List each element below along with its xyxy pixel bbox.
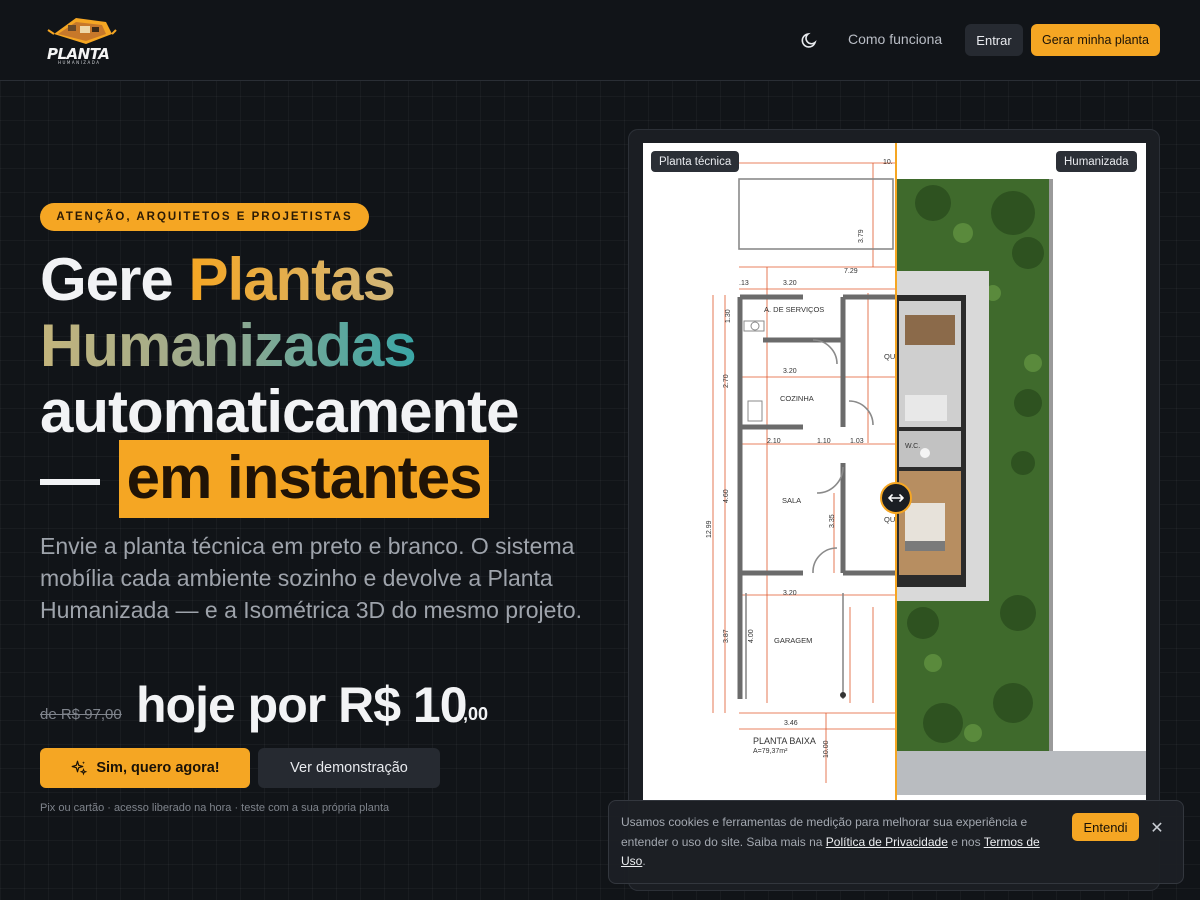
dim-d9: 1.03 [850, 438, 864, 445]
buy-now-label: Sim, quero agora! [96, 760, 220, 776]
dim-d6: 3.20 [783, 368, 797, 375]
label-area: A=79,37m² [753, 748, 788, 755]
buy-now-button[interactable]: Sim, quero agora! [40, 748, 250, 788]
label-cozinha: COZINHA [780, 394, 814, 403]
hero-description: Envie a planta técnica em preto e branco… [40, 533, 583, 623]
headline-word-gere: Gere [40, 246, 189, 313]
dim-d7: 2.10 [767, 438, 781, 445]
cookie-message: Usamos cookies e ferramentas de medição … [621, 813, 1051, 872]
old-price: de R$ 97,00 [40, 706, 122, 723]
humanized-tag: Humanizada [1056, 151, 1137, 172]
new-price: hoje por R$ 10 [136, 677, 468, 733]
humanized-floor-plan: W.C. [896, 143, 1146, 800]
label-garagem: GARAGEM [774, 636, 812, 645]
cookie-text-middle: e nos [947, 834, 984, 849]
dim-d12: 3.35 [829, 514, 836, 528]
arrows-horizontal-icon [888, 494, 904, 502]
site-header: PLANTA HUMANIZADA Como funciona Entrar G… [0, 0, 1200, 81]
new-price-cents: ,00 [463, 704, 489, 724]
technical-plan-tag: Planta técnica [651, 151, 740, 172]
payment-footnote: Pix ou cartão · acesso liberado na hora … [40, 802, 390, 814]
dim-d17: 10.00 [823, 740, 830, 758]
dim-d3: 3.20 [783, 280, 797, 287]
label-wc: W.C. [905, 443, 920, 450]
logo[interactable]: PLANTA HUMANIZADA [46, 12, 118, 65]
dim-d5: 2.70 [723, 374, 730, 388]
headline-line-4: — em instantes [40, 440, 490, 518]
moon-icon [801, 32, 817, 48]
slider-handle[interactable] [880, 482, 912, 514]
dim-d10: 4.60 [723, 489, 730, 503]
dim-d18: 10. [883, 159, 893, 166]
dim-d8: 1.10 [817, 438, 831, 445]
headline-word-plantas: Plantas [188, 246, 395, 313]
nav-how-it-works[interactable]: Como funciona [848, 31, 942, 47]
before-after-slider[interactable]: A. DE SERVIÇOS COZINHA SALA GARAGEM QUAR… [643, 143, 1146, 800]
headline-highlight: em instantes [118, 440, 490, 518]
headline-dash: — [40, 444, 115, 511]
headline-line-3: automaticamente [40, 378, 519, 445]
label-planta-baixa: PLANTA BAIXA [753, 736, 816, 746]
dim-d1: 3.79 [858, 229, 865, 243]
audience-badge: ATENÇÃO, ARQUITETOS E PROJETISTAS [40, 203, 369, 231]
dim-d13: 3.20 [783, 590, 797, 597]
headline-line-2: Humanizadas [40, 312, 417, 379]
technical-floor-plan: A. DE SERVIÇOS COZINHA SALA GARAGEM QUAR… [643, 143, 926, 800]
dim-d14: 3.87 [723, 629, 730, 643]
dim-d15: 4.00 [748, 629, 755, 643]
cookie-text-after: . [642, 854, 646, 868]
privacy-policy-link[interactable]: Política de Privacidade [826, 835, 948, 849]
floor-plan-comparison: A. DE SERVIÇOS COZINHA SALA GARAGEM QUAR… [643, 143, 1146, 800]
close-icon[interactable]: ✕ [1148, 818, 1166, 837]
headline-line-1: Gere Plantas [40, 250, 396, 310]
generate-plan-button[interactable]: Gerar minha planta [1031, 24, 1160, 56]
theme-toggle-button[interactable] [798, 28, 822, 52]
view-demo-button[interactable]: Ver demonstração [258, 748, 440, 788]
logo-subtitle: HUMANIZADA [58, 60, 101, 65]
label-sala: SALA [782, 496, 801, 505]
cookie-accept-button[interactable]: Entendi [1072, 813, 1139, 841]
dim-d19: .13 [739, 280, 749, 287]
dim-d2: 7.29 [844, 268, 858, 275]
label-servicos: A. DE SERVIÇOS [764, 305, 824, 314]
login-button[interactable]: Entrar [965, 24, 1023, 56]
sparkles-icon [72, 760, 88, 776]
dim-d16: 3.46 [784, 720, 798, 727]
dim-d4: 1.30 [725, 309, 732, 323]
dim-d11: 12.99 [706, 520, 713, 538]
